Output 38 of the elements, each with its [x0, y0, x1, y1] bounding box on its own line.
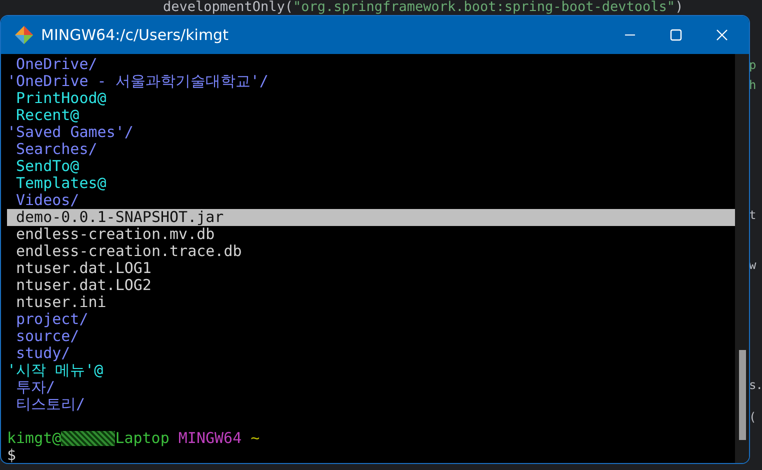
listing-line: 투자/	[15, 379, 56, 396]
prompt-user: kimgt@	[7, 429, 62, 447]
listing-line: '시작 메뉴'@	[7, 362, 104, 379]
listing-line: source/	[15, 328, 80, 345]
listing-line: ntuser.ini	[15, 294, 108, 311]
prompt-symbol: $	[7, 446, 16, 463]
scrollbar-thumb[interactable]	[738, 350, 746, 440]
code-fragment: p	[749, 57, 756, 74]
listing-line: project/	[15, 311, 90, 328]
listing-line: Templates@	[15, 175, 108, 192]
listing-line: endless-creation.mv.db	[15, 226, 215, 243]
listing-line: 'Saved Games'/	[7, 124, 134, 141]
listing-line: OneDrive/	[15, 56, 98, 73]
code-fragment: s.	[749, 377, 762, 394]
diamond-logo-icon	[15, 26, 33, 44]
window-title: MINGW64:/c/Users/kimgt	[41, 26, 230, 44]
listing-line: Recent@	[15, 107, 80, 124]
code-fragment: t	[749, 207, 756, 224]
listing-line: 'OneDrive - 서울과학기술대학교'/	[7, 73, 270, 90]
listing-line: study/	[15, 345, 72, 362]
listing-line: 티스토리/	[15, 396, 86, 413]
maximize-icon	[670, 29, 682, 41]
listing-line: ntuser.dat.LOG2	[15, 277, 152, 294]
listing-line: SendTo@	[15, 158, 80, 175]
listing-line: ntuser.dat.LOG1	[15, 260, 152, 277]
redacted-block	[61, 431, 116, 446]
close-icon	[716, 29, 728, 41]
code-fragment: (	[749, 409, 756, 426]
code-fragment: h	[749, 77, 756, 94]
code-line: developmentOnly("org.springframework.boot:spring-boot-devtools")	[163, 0, 684, 15]
scrollbar[interactable]	[735, 54, 749, 463]
listing-line: Videos/	[15, 192, 80, 209]
prompt-host: Laptop	[115, 429, 170, 447]
listing-line: Searches/	[15, 141, 98, 158]
prompt-path: ~	[250, 429, 260, 447]
prompt-system: MINGW64	[178, 429, 242, 447]
listing-line: PrintHood@	[15, 90, 108, 107]
listing-line: endless-creation.trace.db	[15, 243, 243, 260]
